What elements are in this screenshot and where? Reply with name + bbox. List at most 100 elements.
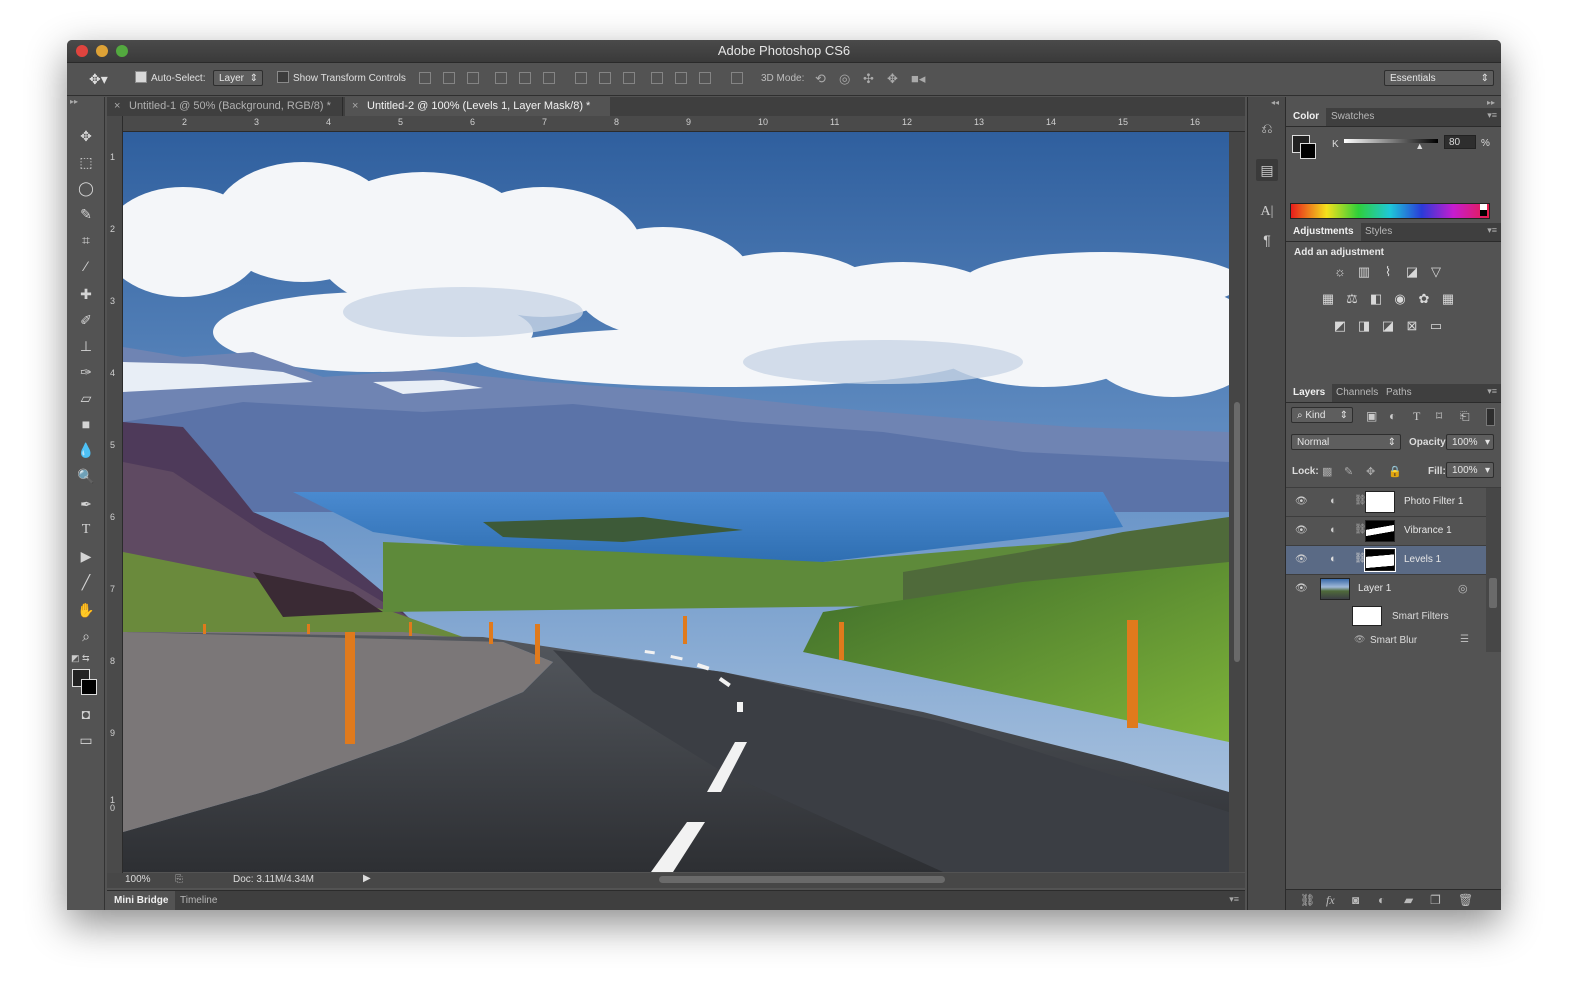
opacity-field[interactable]: 100% ▾ <box>1446 434 1494 450</box>
layer-filter-kind-dropdown[interactable]: ⌕ Kind ⇕ <box>1291 407 1353 423</box>
tab-layers[interactable]: Layers <box>1286 384 1333 402</box>
selective-color-icon[interactable]: ⊠ <box>1405 319 1419 333</box>
exposure-icon[interactable]: ◪ <box>1405 265 1419 279</box>
lasso-tool-icon[interactable]: ◯ <box>74 177 98 199</box>
vibrance-icon[interactable]: ▽ <box>1429 265 1443 279</box>
healing-brush-tool-icon[interactable]: ✚ <box>74 283 98 305</box>
lock-all-icon[interactable]: 🔒 <box>1388 465 1402 478</box>
tab-swatches[interactable]: Swatches <box>1324 108 1381 126</box>
character-panel-icon[interactable]: A| <box>1256 201 1278 223</box>
tab-styles[interactable]: Styles <box>1358 223 1399 241</box>
curves-icon[interactable]: ⌇ <box>1381 265 1395 279</box>
auto-select-dropdown[interactable]: Layer ⇕ <box>213 70 263 86</box>
zoom-tool-icon[interactable]: ⌕ <box>74 625 98 647</box>
threshold-icon[interactable]: ◪ <box>1381 319 1395 333</box>
layer-row-vibrance-1[interactable]: 👁 ◐ ⛓ Vibrance 1 <box>1286 517 1486 546</box>
align-left-icon[interactable] <box>495 72 507 84</box>
pen-tool-icon[interactable]: ✒ <box>74 493 98 515</box>
color-lookup-icon[interactable]: ▦ <box>1441 292 1455 306</box>
marquee-tool-icon[interactable]: ⬚ <box>74 151 98 173</box>
k-slider-thumb[interactable]: ▲ <box>1415 141 1424 151</box>
layer-row-photo-filter-1[interactable]: 👁 ◐ ⛓ Photo Filter 1 <box>1286 488 1486 517</box>
workspace-dropdown[interactable]: Essentials ⇕ <box>1384 70 1494 86</box>
vertical-scroll-thumb[interactable] <box>1234 402 1240 662</box>
3d-slide-icon[interactable]: ✥ <box>887 71 898 87</box>
layer-name[interactable]: Layer 1 <box>1358 583 1391 594</box>
move-tool-icon[interactable]: ✥ <box>74 125 98 147</box>
layer-name[interactable]: Levels 1 <box>1404 554 1441 565</box>
layer-name[interactable]: Photo Filter 1 <box>1404 496 1463 507</box>
align-bottom-icon[interactable] <box>467 72 479 84</box>
crop-tool-icon[interactable]: ⌗ <box>74 229 98 251</box>
filter-adjustment-icon[interactable]: ◐ <box>1389 409 1396 423</box>
close-window-button[interactable] <box>76 45 88 57</box>
filter-toggle-switch[interactable] <box>1486 408 1495 426</box>
distribute-right-icon[interactable] <box>699 72 711 84</box>
collapse-panels-icon[interactable]: ▸▸ <box>1487 98 1495 107</box>
expand-dock-icon[interactable]: ◂◂ <box>1271 98 1279 107</box>
add-mask-icon[interactable]: ◙ <box>1352 893 1359 907</box>
lock-position-icon[interactable]: ✥ <box>1366 465 1375 478</box>
panel-menu-icon[interactable]: ▾≡ <box>1487 110 1497 121</box>
layers-scroll-thumb[interactable] <box>1489 578 1497 608</box>
color-spectrum-ramp[interactable] <box>1290 203 1490 219</box>
layer-name[interactable]: Vibrance 1 <box>1404 525 1452 536</box>
align-top-icon[interactable] <box>419 72 431 84</box>
auto-align-icon[interactable] <box>731 72 743 84</box>
layer-mask-thumbnail[interactable] <box>1365 520 1395 542</box>
close-tab-icon[interactable]: × <box>352 97 358 116</box>
gradient-map-icon[interactable]: ▭ <box>1429 319 1443 333</box>
delete-layer-trash-icon[interactable]: 🗑 <box>1458 893 1473 907</box>
default-colors-icon[interactable]: ◩ ⇆ <box>71 653 90 664</box>
ramp-black-swatch[interactable] <box>1480 210 1487 216</box>
clone-stamp-tool-icon[interactable]: ⊥ <box>74 335 98 357</box>
filter-pixel-icon[interactable]: ▣ <box>1366 409 1377 423</box>
doc-tab-untitled-2[interactable]: × Untitled-2 @ 100% (Levels 1, Layer Mas… <box>345 97 610 116</box>
panel-menu-icon[interactable]: ▾≡ <box>1487 225 1497 236</box>
layer-thumbnail[interactable] <box>1320 578 1350 600</box>
document-canvas[interactable] <box>123 132 1229 872</box>
tab-timeline[interactable]: Timeline <box>173 891 224 910</box>
photo-filter-icon[interactable]: ◉ <box>1393 292 1407 306</box>
hue-saturation-icon[interactable]: ▦ <box>1321 292 1335 306</box>
tab-mini-bridge[interactable]: Mini Bridge <box>107 891 176 910</box>
blur-tool-icon[interactable]: 💧 <box>74 439 98 461</box>
path-selection-tool-icon[interactable]: ▶ <box>74 545 98 567</box>
invert-icon[interactable]: ◩ <box>1333 319 1347 333</box>
new-layer-icon[interactable]: ❐ <box>1430 893 1441 907</box>
history-panel-icon[interactable]: ⎌ <box>1256 117 1278 139</box>
zoom-window-button[interactable] <box>116 45 128 57</box>
3d-roll-icon[interactable]: ◎ <box>839 71 850 87</box>
type-tool-icon[interactable]: T <box>74 519 98 541</box>
distribute-vcenter-icon[interactable] <box>599 72 611 84</box>
eyedropper-tool-icon[interactable]: ⁄ <box>74 255 98 277</box>
filter-blending-options-icon[interactable]: ☰ <box>1460 634 1469 645</box>
history-brush-tool-icon[interactable]: ✑ <box>74 361 98 383</box>
visibility-eye-icon[interactable]: 👁 <box>1295 583 1308 594</box>
3d-scale-icon[interactable]: ■◂ <box>911 71 925 87</box>
3d-drag-icon[interactable]: ✣ <box>863 71 874 87</box>
brush-tool-icon[interactable]: ✐ <box>74 309 98 331</box>
auto-select-checkbox[interactable]: Auto-Select: <box>135 71 205 87</box>
align-vcenter-icon[interactable] <box>443 72 455 84</box>
channel-mixer-icon[interactable]: ✿ <box>1417 292 1431 306</box>
align-hcenter-icon[interactable] <box>519 72 531 84</box>
filter-smart-object-icon[interactable]: ⎗ <box>1460 409 1470 424</box>
smart-filters-indicator-icon[interactable]: ◎ <box>1458 582 1468 595</box>
line-tool-icon[interactable]: ╱ <box>74 571 98 593</box>
new-adjustment-layer-icon[interactable]: ◐ <box>1378 893 1385 907</box>
blend-mode-dropdown[interactable]: Normal ⇕ <box>1291 434 1401 450</box>
horizontal-scroll-thumb[interactable] <box>659 876 945 883</box>
background-color-swatch[interactable] <box>81 679 97 695</box>
brightness-contrast-icon[interactable]: ☼ <box>1333 265 1347 279</box>
quick-selection-tool-icon[interactable]: ✎ <box>74 203 98 225</box>
color-balance-icon[interactable]: ⚖ <box>1345 292 1359 306</box>
properties-panel-icon[interactable]: ▤ <box>1256 159 1278 181</box>
minimize-window-button[interactable] <box>96 45 108 57</box>
show-transform-checkbox[interactable]: Show Transform Controls <box>277 71 406 87</box>
smart-blur-row[interactable]: 👁 Smart Blur ☰ <box>1286 630 1486 652</box>
new-group-folder-icon[interactable]: ▰ <box>1404 893 1413 907</box>
posterize-icon[interactable]: ◨ <box>1357 319 1371 333</box>
visibility-eye-icon[interactable]: 👁 <box>1295 554 1308 565</box>
color-background-swatch[interactable] <box>1300 143 1316 159</box>
